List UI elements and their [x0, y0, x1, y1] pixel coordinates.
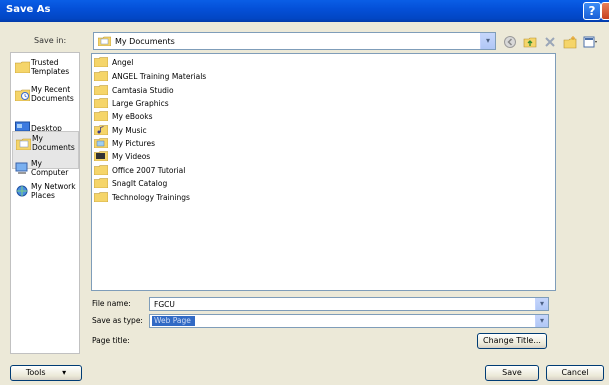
back-icon[interactable]	[503, 35, 517, 49]
up-folder-icon[interactable]	[523, 35, 537, 49]
chevron-down-icon[interactable]: ▾	[480, 33, 495, 49]
folder-icon	[93, 85, 109, 96]
page-title-label: Page title:	[92, 336, 130, 345]
close-button[interactable]	[601, 2, 609, 20]
list-item[interactable]: Technology Trainings	[93, 191, 190, 203]
places-bar: Trusted Templates My Recent Documents Desk…	[10, 52, 80, 354]
folder-icon	[93, 192, 109, 203]
videos-folder-icon	[93, 151, 109, 162]
folder-icon	[14, 61, 31, 75]
list-item[interactable]: Office 2007 Tutorial	[93, 164, 185, 176]
my-documents-icon	[15, 137, 32, 152]
list-item[interactable]: SnagIt Catalog	[93, 177, 167, 189]
recent-documents-icon	[14, 88, 31, 103]
title-bar: Save As ?	[0, 0, 609, 22]
help-icon: ?	[588, 4, 596, 18]
pictures-folder-icon	[93, 138, 109, 149]
save-button[interactable]: Save	[485, 365, 539, 381]
list-item[interactable]: Angel	[93, 56, 133, 68]
place-label: My Computer	[31, 159, 69, 177]
music-folder-icon	[93, 125, 109, 136]
folder-icon	[93, 165, 109, 176]
my-computer-icon	[15, 162, 30, 177]
list-item[interactable]: My eBooks	[93, 110, 152, 122]
save-in-label: Save in:	[34, 36, 67, 45]
tools-label: Tools	[25, 368, 46, 377]
toolbar	[503, 34, 597, 50]
save-in-value: My Documents	[115, 37, 175, 46]
save-as-type-select[interactable]: Web Page ▾	[149, 314, 549, 328]
place-label: My Network Places	[31, 182, 76, 200]
delete-icon[interactable]	[543, 35, 557, 49]
my-documents-icon	[98, 36, 111, 46]
save-as-type-value: Web Page	[152, 316, 195, 326]
file-name-value: FGCU	[154, 300, 175, 309]
file-name-label: File name:	[92, 299, 131, 308]
views-icon[interactable]	[583, 35, 597, 49]
list-item[interactable]: Camtasia Studio	[93, 84, 174, 96]
list-item[interactable]: Large Graphics	[93, 97, 169, 109]
window-title: Save As	[6, 4, 51, 15]
place-my-network-places[interactable]: My Network Places	[12, 180, 79, 218]
chevron-down-icon[interactable]: ▾	[535, 298, 548, 310]
chevron-down-icon: ▾	[62, 368, 67, 377]
tools-button[interactable]: Tools ▾	[10, 365, 82, 381]
folder-icon	[93, 98, 109, 109]
folder-icon	[93, 178, 109, 189]
save-as-type-label: Save as type:	[92, 316, 143, 325]
place-label: My Documents	[32, 134, 75, 152]
cancel-button[interactable]: Cancel	[546, 365, 604, 381]
network-places-icon	[15, 185, 30, 200]
file-list[interactable]: Angel ANGEL Training Materials Camtasia …	[91, 53, 556, 291]
folder-icon	[93, 111, 109, 122]
list-item[interactable]: My Videos	[93, 150, 150, 162]
folder-icon	[93, 71, 109, 82]
list-item[interactable]: My Music	[93, 124, 147, 136]
file-name-field[interactable]: FGCU ▾	[149, 297, 549, 311]
chevron-down-icon[interactable]: ▾	[535, 315, 548, 327]
place-label: Trusted Templates	[31, 58, 70, 76]
list-item[interactable]: My Pictures	[93, 137, 155, 149]
new-folder-icon[interactable]	[563, 35, 577, 49]
help-button[interactable]: ?	[583, 2, 601, 20]
place-label: My Recent Documents	[31, 85, 74, 103]
change-title-button[interactable]: Change Title...	[477, 333, 547, 349]
save-in-combo[interactable]: My Documents ▾	[93, 32, 496, 50]
list-item[interactable]: ANGEL Training Materials	[93, 70, 206, 82]
folder-icon	[93, 57, 109, 68]
